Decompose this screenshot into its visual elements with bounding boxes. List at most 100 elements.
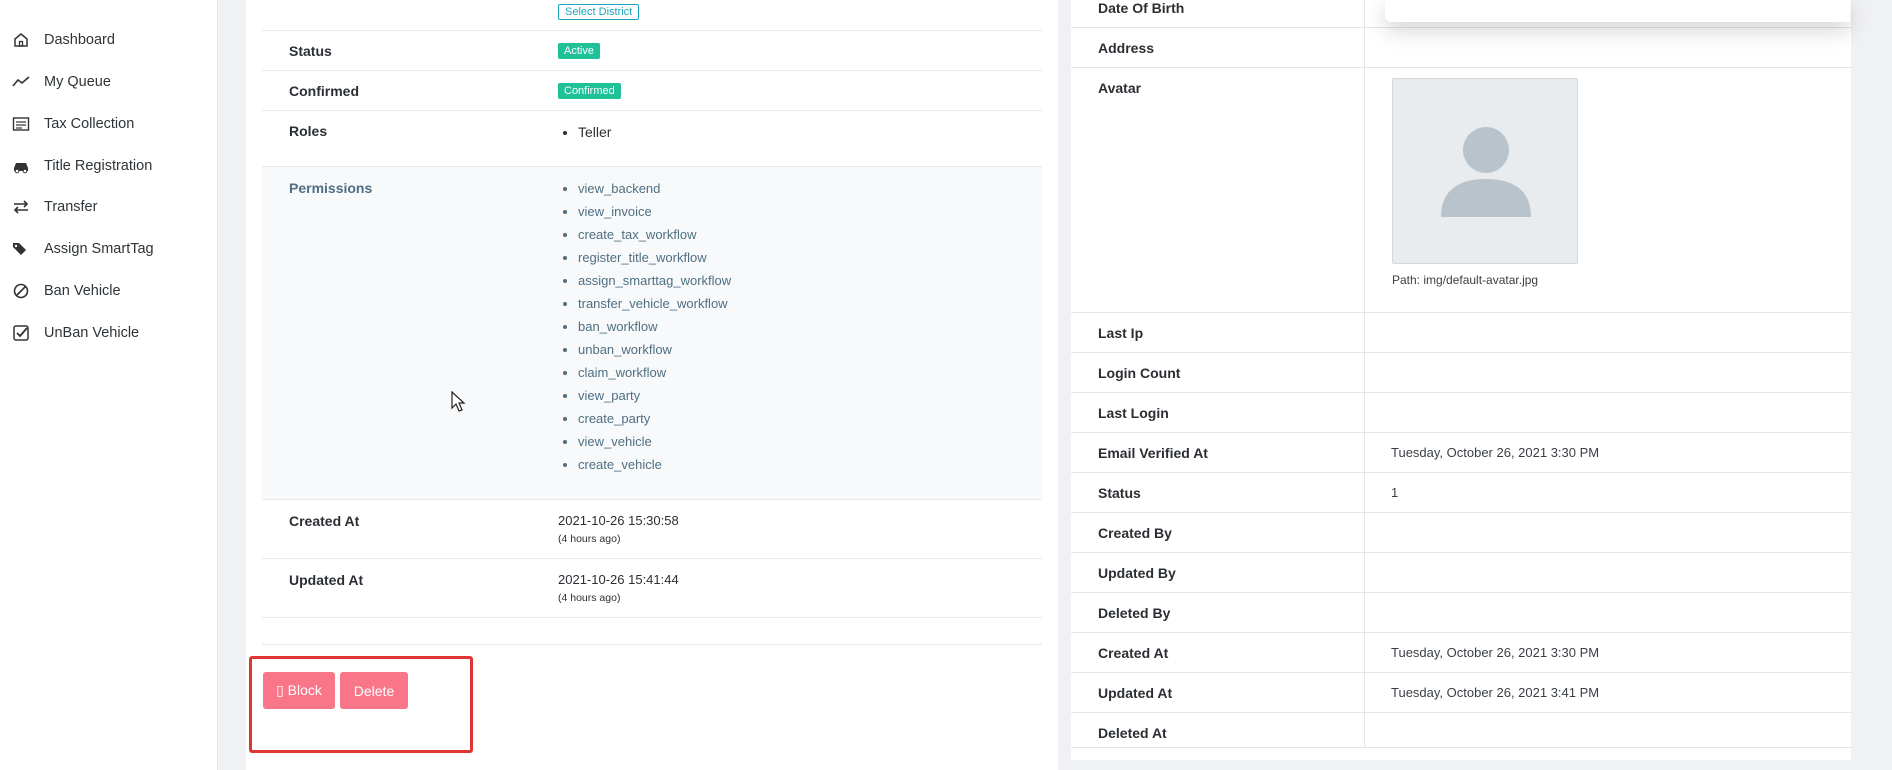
created-at-relative: (4 hours ago) [558,533,621,545]
permission-item: create_tax_workflow [578,223,731,246]
sidebar-item-label: Ban Vehicle [44,283,121,299]
status-row: Status Active [262,31,1042,71]
avatar [1392,78,1578,264]
row-label: Status [1098,485,1141,501]
car-icon [14,163,28,174]
permissions-row: Permissions view_backend view_invoice cr… [262,167,1042,500]
created-at-label: Created At [289,513,360,529]
email-verified-row: Email Verified At Tuesday, October 26, 2… [1071,433,1851,473]
permission-item: unban_workflow [578,338,731,361]
row-label: Deleted By [1098,605,1171,621]
sidebar-item-dashboard[interactable]: Dashboard [12,25,115,55]
avatar-row: Avatar Path: img/default-avatar.jpg [1071,68,1851,313]
sidebar-item-label: Tax Collection [44,116,135,132]
permission-item: claim_workflow [578,361,731,384]
roles-list: Teller [578,124,611,140]
sidebar: Dashboard My Queue Tax Collection Title … [0,0,218,770]
permission-item: view_backend [578,177,731,200]
permission-item: view_vehicle [578,430,731,453]
row-label: Email Verified At [1098,445,1208,461]
sidebar-item-unban-vehicle[interactable]: UnBan Vehicle [12,318,139,348]
sidebar-item-assign-smarttag[interactable]: Assign SmartTag [12,234,154,264]
row-label: Last Login [1098,405,1169,421]
check-square-icon [13,325,29,341]
sidebar-item-title-registration[interactable]: Title Registration [12,151,152,181]
permission-item: register_title_workflow [578,246,731,269]
login-count-row: Login Count [1071,353,1851,393]
last-login-row: Last Login [1071,393,1851,433]
roles-label: Roles [289,123,328,139]
created-at-row: Created At Tuesday, October 26, 2021 3:3… [1071,633,1851,673]
row-label: Created At [1098,645,1169,661]
deleted-by-row: Deleted By [1071,593,1851,633]
sidebar-item-my-queue[interactable]: My Queue [12,67,111,97]
permissions-list: view_backend view_invoice create_tax_wor… [578,177,731,476]
trend-icon [12,76,30,87]
divider [262,618,1042,645]
ban-icon [13,283,29,299]
row-label: Updated By [1098,565,1176,581]
sidebar-item-label: UnBan Vehicle [44,325,140,341]
district-row: Select District [262,0,1042,31]
created-at-value: 2021-10-26 15:30:58 [558,513,679,528]
role-item: Teller [578,124,611,140]
updated-by-row: Updated By [1071,553,1851,593]
sidebar-item-ban-vehicle[interactable]: Ban Vehicle [12,276,121,306]
row-value: Tuesday, October 26, 2021 3:30 PM [1391,645,1600,660]
row-value: Tuesday, October 26, 2021 3:41 PM [1391,685,1600,700]
sidebar-item-label: Title Registration [44,158,153,174]
sidebar-item-label: Assign SmartTag [44,241,154,257]
confirmed-row: Confirmed Confirmed [262,71,1042,111]
dropdown-shadow [1385,0,1850,22]
created-at-row: Created At 2021-10-26 15:30:58 (4 hours … [262,500,1042,559]
permission-item: view_invoice [578,200,731,223]
updated-at-row: Updated At Tuesday, October 26, 2021 3:4… [1071,673,1851,713]
permission-item: transfer_vehicle_workflow [578,292,731,315]
row-label: Deleted At [1098,725,1167,741]
sidebar-item-label: Transfer [44,199,98,215]
avatar-label: Avatar [1098,80,1142,96]
permissions-label: Permissions [289,180,373,196]
permission-item: ban_workflow [578,315,731,338]
updated-at-label: Updated At [289,572,364,588]
sidebar-item-transfer[interactable]: Transfer [12,192,97,222]
avatar-path: Path: img/default-avatar.jpg [1392,273,1539,287]
sidebar-item-label: Dashboard [44,32,115,48]
row-value: Tuesday, October 26, 2021 3:30 PM [1391,445,1600,460]
user-detail-card: Select District Status Active Confirmed … [246,0,1058,770]
highlight-box [249,656,473,753]
sidebar-item-label: My Queue [44,74,111,90]
default-avatar-icon [1441,127,1531,217]
updated-at-relative: (4 hours ago) [558,592,621,604]
row-label: Login Count [1098,365,1181,381]
permission-item: view_party [578,384,731,407]
dob-label: Date Of Birth [1098,0,1185,16]
swap-icon [13,200,29,214]
status-label: Status [289,43,332,59]
address-row: Address [1071,28,1851,68]
sidebar-item-tax-collection[interactable]: Tax Collection [12,109,134,139]
address-label: Address [1098,40,1155,56]
profile-card: Date Of Birth Address Avatar Path: img/d… [1071,0,1851,760]
confirmed-badge: Confirmed [558,83,621,99]
list-icon [12,117,30,131]
confirmed-label: Confirmed [289,83,359,99]
permission-item: create_vehicle [578,453,731,476]
created-by-row: Created By [1071,513,1851,553]
permission-item: create_party [578,407,731,430]
row-label: Updated At [1098,685,1173,701]
roles-row: Roles Teller [262,111,1042,167]
status-row: Status 1 [1071,473,1851,513]
permission-item: assign_smarttag_workflow [578,269,731,292]
tags-icon [13,243,26,255]
deleted-at-row: Deleted At [1071,713,1851,748]
row-label: Last Ip [1098,325,1144,341]
home-icon [14,33,28,47]
status-badge: Active [558,43,600,59]
last-ip-row: Last Ip [1071,313,1851,353]
updated-at-row: Updated At 2021-10-26 15:41:44 (4 hours … [262,559,1042,618]
row-value: 1 [1391,485,1399,500]
mouse-pointer-icon [451,391,466,412]
select-district-button[interactable]: Select District [558,4,640,20]
updated-at-value: 2021-10-26 15:41:44 [558,572,679,587]
